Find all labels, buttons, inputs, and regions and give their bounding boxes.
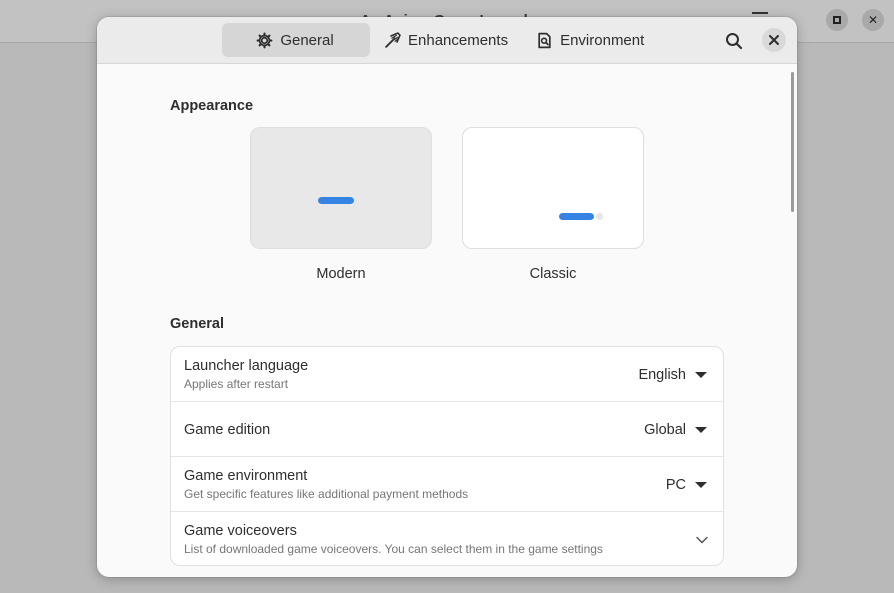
launcher-language-row[interactable]: Launcher language Applies after restart … — [171, 347, 723, 402]
maximize-icon — [833, 16, 841, 24]
theme-label-classic: Classic — [529, 266, 577, 282]
game-voiceovers-row[interactable]: Game voiceovers List of downloaded game … — [171, 512, 723, 565]
game-edition-value: Global — [644, 422, 686, 438]
appearance-section-title: Appearance — [170, 98, 254, 114]
maximize-button[interactable] — [826, 9, 848, 31]
preferences-dialog: General Enhancements Environment Appeara… — [97, 17, 797, 577]
theme-option-classic[interactable] — [462, 127, 644, 249]
theme-preview-accent — [559, 213, 594, 220]
general-settings-list: Launcher language Applies after restart … — [170, 346, 724, 566]
dropdown-arrow-icon — [695, 372, 707, 378]
game-environment-value: PC — [665, 477, 686, 493]
dialog-headerbar: General Enhancements Environment — [97, 17, 797, 64]
theme-label-modern: Modern — [316, 266, 366, 282]
dropdown-arrow-icon — [695, 482, 707, 488]
row-subtitle: Applies after restart — [184, 377, 289, 391]
close-icon: ✕ — [867, 13, 879, 27]
row-title: Game edition — [184, 422, 271, 438]
general-section-title: General — [170, 316, 224, 332]
magic-wand-icon — [385, 31, 401, 48]
chevron-down-icon — [696, 536, 708, 544]
tab-general[interactable]: General — [222, 23, 370, 57]
theme-preview-accent — [318, 197, 354, 204]
row-title: Launcher language — [184, 358, 309, 374]
theme-option-modern[interactable] — [250, 127, 432, 249]
row-subtitle: List of downloaded game voiceovers. You … — [184, 542, 603, 556]
tab-environment-label: Environment — [560, 31, 645, 49]
tab-enhancements[interactable]: Enhancements — [372, 23, 522, 57]
document-search-icon — [538, 32, 551, 48]
gear-icon — [256, 32, 273, 48]
tab-environment[interactable]: Environment — [524, 23, 658, 57]
tab-general-label: General — [280, 31, 334, 49]
row-subtitle: Get specific features like additional pa… — [184, 487, 469, 501]
theme-preview-dot — [596, 213, 603, 220]
game-edition-row[interactable]: Game edition Global — [171, 402, 723, 457]
close-icon — [769, 35, 779, 45]
window-close-button[interactable]: ✕ — [862, 9, 884, 31]
dropdown-arrow-icon — [695, 427, 707, 433]
dialog-close-button[interactable] — [762, 28, 786, 52]
preferences-content: Appearance Modern Classic General Launch… — [97, 64, 797, 577]
game-environment-row[interactable]: Game environment Get specific features l… — [171, 457, 723, 512]
search-button[interactable] — [723, 30, 745, 52]
tab-enhancements-label: Enhancements — [408, 31, 509, 49]
row-title: Game environment — [184, 468, 308, 484]
tab-bar: General Enhancements Environment — [222, 23, 658, 57]
search-icon — [726, 33, 743, 50]
row-title: Game voiceovers — [184, 523, 297, 539]
scrollbar[interactable] — [791, 72, 794, 212]
launcher-language-value: English — [638, 367, 686, 383]
